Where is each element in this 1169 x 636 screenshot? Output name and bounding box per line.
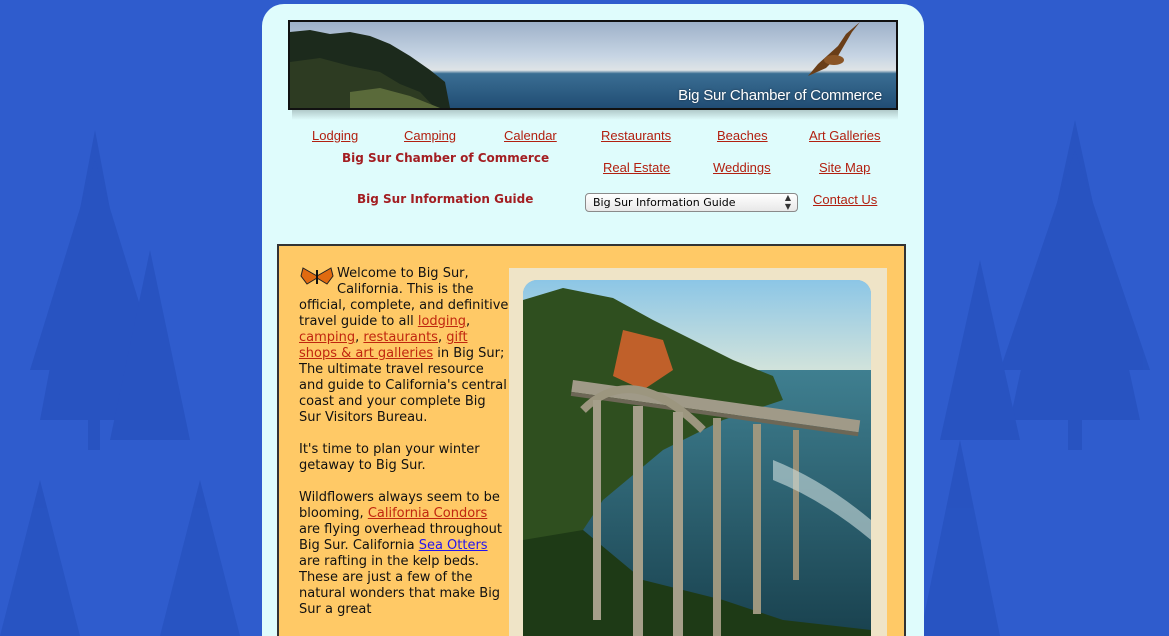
header-banner: Big Sur Chamber of Commerce xyxy=(288,20,898,110)
nav-link-beaches[interactable]: Beaches xyxy=(717,128,768,143)
bridge-photo-frame xyxy=(509,268,887,636)
intro-text: Welcome to Big Sur, California. This is … xyxy=(299,266,509,634)
wildflowers-paragraph: Wildflowers always seem to be blooming, … xyxy=(299,490,509,618)
banner-shadow xyxy=(292,110,898,120)
nav-link-weddings[interactable]: Weddings xyxy=(713,160,771,175)
guide-select-value: Big Sur Information Guide xyxy=(593,196,736,209)
link-california-condors[interactable]: California Condors xyxy=(368,506,487,521)
bixby-bridge-photo xyxy=(523,280,871,636)
link-sea-otters[interactable]: Sea Otters xyxy=(419,538,488,553)
nav-link-restaurants[interactable]: Restaurants xyxy=(601,128,671,143)
para3-after: are rafting in the kelp beds. These are … xyxy=(299,554,501,617)
link-restaurants[interactable]: restaurants xyxy=(363,330,438,345)
guide-select[interactable]: Big Sur Information Guide ▲ ▼ xyxy=(585,193,798,212)
nav-link-camping[interactable]: Camping xyxy=(404,128,456,143)
select-arrows-icon: ▲ ▼ xyxy=(784,193,791,211)
nav-link-real-estate[interactable]: Real Estate xyxy=(603,160,670,175)
banner-title: Big Sur Chamber of Commerce xyxy=(678,87,882,104)
winter-paragraph: It's time to plan your winter getaway to… xyxy=(299,442,480,473)
intro-paragraph: Welcome to Big Sur, California. This is … xyxy=(299,266,509,425)
nav-link-lodging[interactable]: Lodging xyxy=(312,128,358,143)
butterfly-icon xyxy=(300,267,334,285)
guide-subtitle: Big Sur Information Guide xyxy=(357,192,534,206)
chamber-subtitle: Big Sur Chamber of Commerce xyxy=(342,151,550,165)
nav-link-calendar[interactable]: Calendar xyxy=(504,128,557,143)
nav-link-art-galleries[interactable]: Art Galleries xyxy=(809,128,881,143)
nav-link-contact-us[interactable]: Contact Us xyxy=(813,192,877,207)
link-lodging[interactable]: lodging xyxy=(418,314,466,329)
bridge-illustration xyxy=(523,280,871,636)
nav-link-site-map[interactable]: Site Map xyxy=(819,160,870,175)
page-container: Big Sur Chamber of Commerce Lodging Camp… xyxy=(262,4,924,636)
link-camping[interactable]: camping xyxy=(299,330,355,345)
main-content: Welcome to Big Sur, California. This is … xyxy=(277,244,906,636)
